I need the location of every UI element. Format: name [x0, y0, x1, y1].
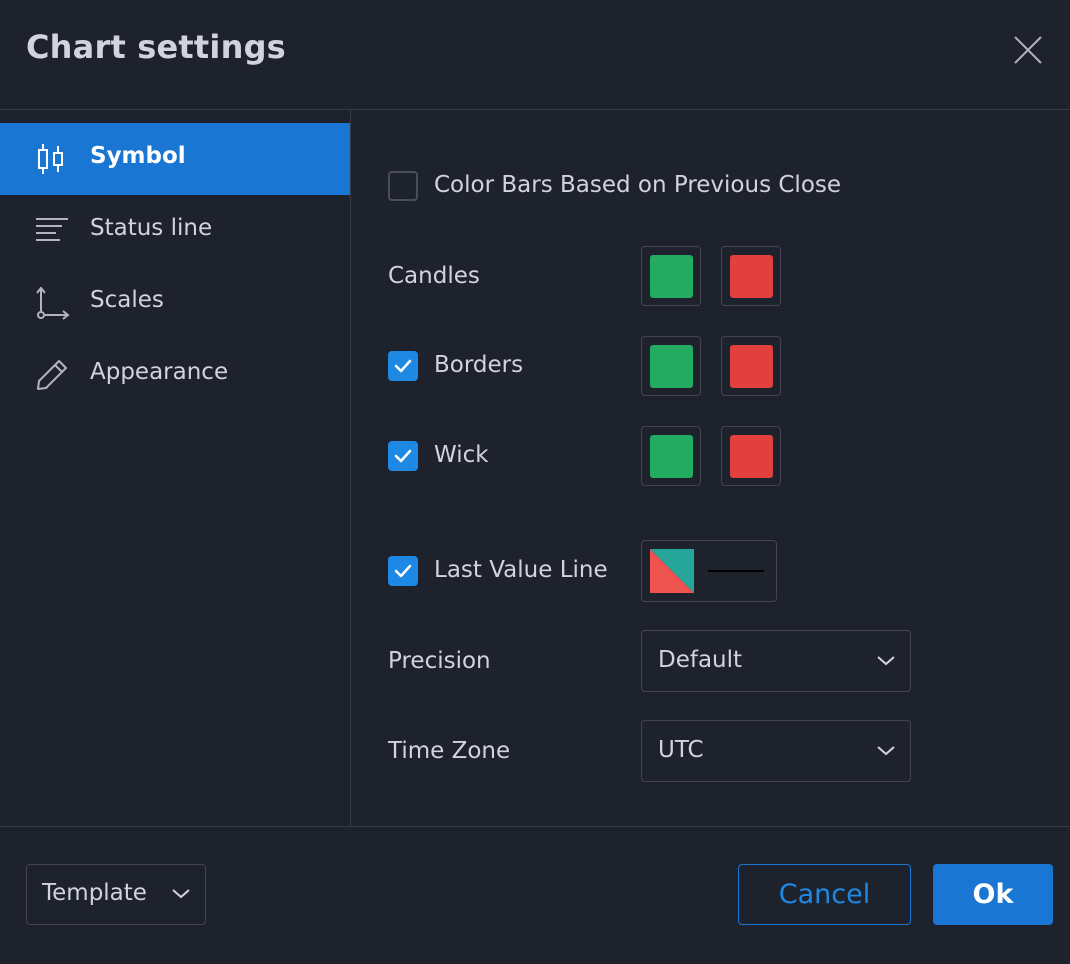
precision-value: Default	[658, 647, 743, 673]
ok-button[interactable]: Ok	[933, 864, 1053, 925]
dialog-header: Chart settings	[0, 0, 1070, 110]
sidebar-item-label: Symbol	[90, 143, 186, 169]
settings-sidebar: Symbol Status line Scales Appearance	[0, 110, 351, 826]
borders-label: Borders	[434, 352, 524, 378]
symbol-settings-panel: Color Bars Based on Previous Close Candl…	[352, 110, 1070, 826]
chevron-down-icon	[172, 889, 190, 899]
last-value-line-checkbox[interactable]	[388, 556, 418, 586]
wick-up-color-button[interactable]	[641, 426, 701, 486]
color-swatch	[730, 435, 773, 478]
check-icon	[394, 359, 412, 373]
chart-settings-dialog: Chart settings Symbol Status line Scales…	[0, 0, 1070, 964]
timezone-value: UTC	[658, 737, 704, 763]
color-swatch	[730, 255, 773, 298]
candles-icon	[34, 141, 70, 177]
precision-select[interactable]: Default	[641, 630, 911, 692]
pencil-icon	[34, 357, 70, 393]
chevron-down-icon	[877, 656, 895, 666]
borders-checkbox[interactable]	[388, 351, 418, 381]
wick-checkbox[interactable]	[388, 441, 418, 471]
candles-label: Candles	[388, 263, 480, 289]
line-style-icon	[708, 570, 764, 572]
check-icon	[394, 449, 412, 463]
sidebar-item-label: Appearance	[90, 359, 229, 385]
template-dropdown[interactable]: Template	[26, 864, 206, 925]
candles-down-color-button[interactable]	[721, 246, 781, 306]
sidebar-item-appearance[interactable]: Appearance	[0, 339, 350, 411]
cancel-button[interactable]: Cancel	[738, 864, 911, 925]
color-bars-checkbox[interactable]	[388, 171, 418, 201]
color-swatch	[650, 345, 693, 388]
template-label: Template	[42, 880, 147, 906]
wick-down-color-button[interactable]	[721, 426, 781, 486]
color-bars-label: Color Bars Based on Previous Close	[434, 172, 842, 198]
close-button[interactable]	[1010, 32, 1046, 68]
dialog-footer: Template Cancel Ok	[0, 826, 1070, 964]
last-value-line-label: Last Value Line	[434, 557, 608, 583]
chevron-down-icon	[877, 746, 895, 756]
timezone-select[interactable]: UTC	[641, 720, 911, 782]
dialog-title: Chart settings	[26, 28, 286, 66]
candles-up-color-button[interactable]	[641, 246, 701, 306]
close-icon	[1014, 36, 1042, 64]
check-icon	[394, 564, 412, 578]
last-value-line-style-button[interactable]	[641, 540, 777, 602]
borders-down-color-button[interactable]	[721, 336, 781, 396]
sidebar-item-label: Status line	[90, 215, 213, 241]
sidebar-item-scales[interactable]: Scales	[0, 267, 350, 339]
color-swatch	[730, 345, 773, 388]
status-line-icon	[34, 213, 70, 249]
wick-label: Wick	[434, 442, 489, 468]
color-swatch	[650, 255, 693, 298]
split-color-swatch-icon	[650, 549, 694, 593]
timezone-label: Time Zone	[388, 738, 511, 764]
sidebar-item-symbol[interactable]: Symbol	[0, 123, 350, 195]
sidebar-item-status-line[interactable]: Status line	[0, 195, 350, 267]
scales-icon	[34, 285, 70, 321]
color-swatch	[650, 435, 693, 478]
borders-up-color-button[interactable]	[641, 336, 701, 396]
precision-label: Precision	[388, 648, 491, 674]
sidebar-item-label: Scales	[90, 287, 164, 313]
